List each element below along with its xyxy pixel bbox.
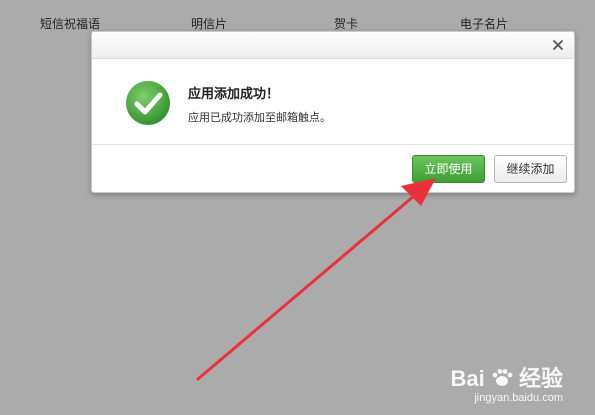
dialog-footer: 立即使用 继续添加 (92, 144, 574, 192)
dialog-titlebar (92, 32, 574, 59)
watermark-url: jingyan.baidu.com (474, 392, 563, 404)
success-dialog: 应用添加成功！ 应用已成功添加至邮箱触点。 立即使用 继续添加 (91, 31, 575, 193)
continue-adding-button[interactable]: 继续添加 (494, 155, 567, 183)
close-icon[interactable] (550, 37, 566, 53)
watermark-suffix: 经验 (518, 366, 563, 391)
baidu-watermark: Bai 经验 jingyan.baidu.com (450, 367, 563, 405)
dialog-title: 应用添加成功！ (188, 87, 280, 102)
success-check-icon (125, 80, 171, 126)
watermark-brand: Bai (450, 366, 485, 391)
use-now-button[interactable]: 立即使用 (412, 155, 485, 183)
paw-icon (485, 366, 519, 391)
dialog-message: 应用已成功添加至邮箱触点。 (188, 111, 331, 124)
